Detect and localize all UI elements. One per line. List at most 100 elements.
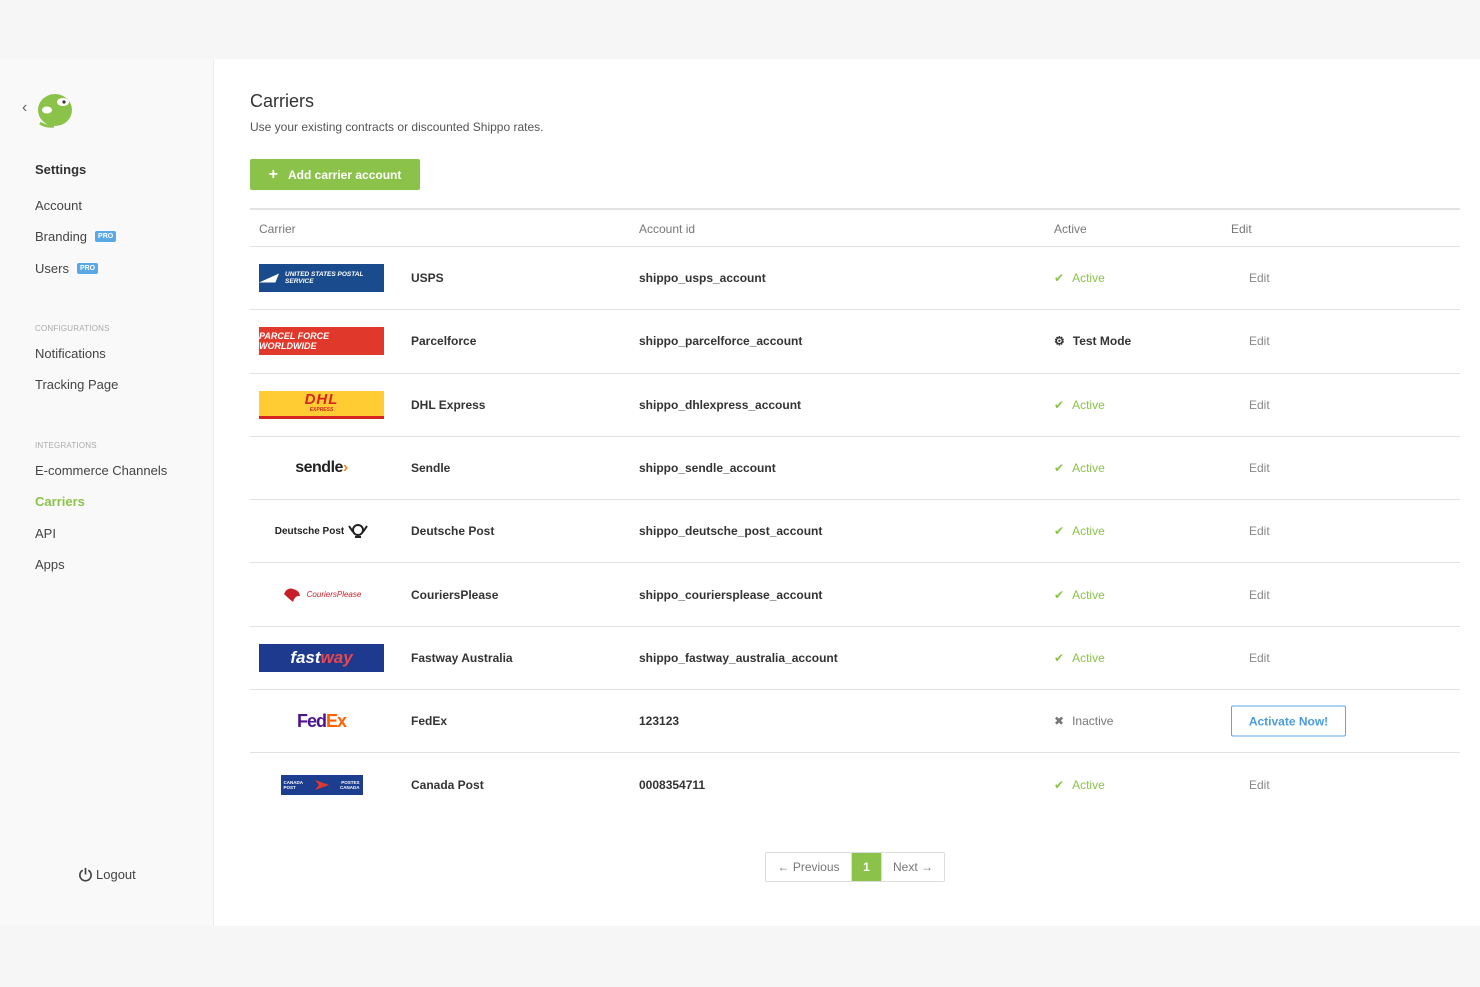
status-badge: ✔ Active bbox=[1054, 398, 1105, 412]
sidebar-item-tracking-page[interactable]: Tracking Page bbox=[35, 377, 118, 392]
account-id: shippo_dhlexpress_account bbox=[639, 397, 802, 412]
status-label: Active bbox=[1072, 397, 1105, 412]
table-row: fast way Fastway Australia shippo_fastway… bbox=[250, 627, 1460, 691]
logo-text: Deutsche Post bbox=[274, 525, 345, 537]
pagination: ← Previous 1 Next → bbox=[765, 852, 945, 882]
status-badge: ✔ Active bbox=[1054, 524, 1105, 538]
sidebar-item-label: Carriers bbox=[35, 494, 85, 509]
table-row: UNITED STATES POSTAL SERVICE USPS shippo… bbox=[250, 247, 1460, 311]
gear-icon: ⚙ bbox=[1054, 334, 1065, 349]
edit-link[interactable]: Edit bbox=[1249, 271, 1270, 285]
table-row: FedEx FedEx 123123 ✖ Inactive Activate No… bbox=[250, 690, 1460, 754]
chevron-left-icon[interactable]: ‹ bbox=[22, 99, 27, 117]
previous-page-button[interactable]: ← Previous bbox=[766, 853, 852, 881]
carrier-name: Canada Post bbox=[411, 778, 484, 793]
logout-button[interactable]: Logout bbox=[78, 867, 136, 882]
account-id: 0008354711 bbox=[639, 778, 706, 793]
fastway-logo: fast way bbox=[259, 643, 384, 672]
logo-text: sendle bbox=[295, 459, 343, 477]
check-icon: ✔ bbox=[1054, 778, 1065, 793]
status-badge: ⚙ Test Mode bbox=[1054, 334, 1131, 348]
status-badge: ✔ Active bbox=[1054, 651, 1105, 665]
app-window: ‹ Settings Account Branding PRO Users PRO … bbox=[0, 59, 1480, 926]
logo-text: fast bbox=[290, 647, 321, 667]
activate-now-button[interactable]: Activate Now! bbox=[1231, 705, 1346, 737]
status-label: Active bbox=[1072, 778, 1105, 793]
logo-text: UNITED STATES POSTAL SERVICE bbox=[285, 271, 364, 286]
close-icon: ✖ bbox=[1054, 714, 1065, 729]
edit-link[interactable]: Edit bbox=[1249, 334, 1270, 348]
shippo-logo-icon[interactable] bbox=[34, 90, 74, 128]
edit-link[interactable]: Edit bbox=[1249, 461, 1270, 475]
edit-link[interactable]: Edit bbox=[1249, 588, 1270, 602]
table-row: sendle› Sendle shippo_sendle_account ✔ Ac… bbox=[250, 437, 1460, 501]
status-badge: ✔ Active bbox=[1054, 271, 1105, 285]
sidebar-item-label: API bbox=[35, 526, 56, 541]
carrier-name: Sendle bbox=[411, 461, 451, 476]
add-carrier-account-button[interactable]: + Add carrier account bbox=[250, 159, 420, 190]
carrier-name: USPS bbox=[411, 271, 444, 286]
edit-link[interactable]: Edit bbox=[1249, 778, 1270, 792]
logo-text-2: way bbox=[320, 647, 353, 667]
logo-text: CouriersPlease bbox=[306, 590, 362, 600]
sidebar-item-api[interactable]: API bbox=[35, 526, 56, 541]
status-label: Active bbox=[1072, 524, 1105, 539]
sidebar-item-carriers[interactable]: Carriers bbox=[35, 494, 85, 509]
status-badge: ✔ Active bbox=[1054, 461, 1105, 475]
table-row: CANADA POST POSTES CANADA Canada Post 000… bbox=[250, 753, 1460, 816]
status-label: Test Mode bbox=[1072, 334, 1132, 349]
carrier-name: CouriersPlease bbox=[411, 587, 499, 602]
carrier-name: DHL Express bbox=[411, 397, 486, 412]
status-label: Active bbox=[1072, 271, 1105, 286]
edit-link[interactable]: Edit bbox=[1249, 398, 1270, 412]
check-icon: ✔ bbox=[1054, 587, 1065, 602]
sidebar-item-ecommerce-channels[interactable]: E-commerce Channels bbox=[35, 463, 167, 478]
account-id: shippo_parcelforce_account bbox=[639, 334, 803, 349]
pro-badge: PRO bbox=[95, 231, 117, 242]
check-icon: ✔ bbox=[1054, 650, 1065, 665]
usps-eagle-icon bbox=[259, 273, 280, 283]
status-label: Inactive bbox=[1072, 714, 1114, 729]
check-icon: ✔ bbox=[1054, 461, 1065, 476]
next-page-button[interactable]: Next → bbox=[881, 853, 944, 881]
plus-icon: + bbox=[268, 165, 278, 183]
check-icon: ✔ bbox=[1054, 524, 1065, 539]
carrier-name: Fastway Australia bbox=[411, 650, 513, 665]
arrow-icon: › bbox=[342, 459, 348, 477]
section-integrations: INTEGRATIONS bbox=[35, 441, 97, 450]
sidebar-item-account[interactable]: Account bbox=[35, 198, 82, 213]
edit-link[interactable]: Edit bbox=[1249, 651, 1270, 665]
sidebar-item-branding[interactable]: Branding PRO bbox=[35, 229, 117, 244]
account-id: shippo_usps_account bbox=[639, 271, 766, 286]
table-row: DHL EXPRESS DHL Express shippo_dhlexpress… bbox=[250, 374, 1460, 437]
edit-link[interactable]: Edit bbox=[1249, 524, 1270, 538]
account-id: shippo_fastway_australia_account bbox=[639, 650, 838, 665]
table-row: CouriersPlease CouriersPlease shippo_cou… bbox=[250, 563, 1460, 627]
header-active: Active bbox=[1054, 222, 1087, 236]
deutsche-post-logo: Deutsche Post bbox=[259, 517, 384, 545]
settings-title: Settings bbox=[35, 162, 87, 177]
header-edit: Edit bbox=[1231, 222, 1252, 236]
current-page-button[interactable]: 1 bbox=[852, 853, 881, 881]
sidebar-item-label: E-commerce Channels bbox=[35, 463, 168, 478]
parcelforce-logo: PARCEL FORCE WORLDWIDE bbox=[259, 327, 384, 356]
logo-text: Fed bbox=[296, 710, 327, 731]
usps-logo: UNITED STATES POSTAL SERVICE bbox=[259, 264, 384, 293]
sidebar-item-apps[interactable]: Apps bbox=[35, 557, 65, 572]
page-title: Carriers bbox=[250, 91, 315, 111]
carrier-name: Parcelforce bbox=[411, 334, 477, 349]
status-label: Active bbox=[1072, 461, 1105, 476]
status-badge: ✔ Active bbox=[1054, 778, 1105, 792]
couriersplease-logo: CouriersPlease bbox=[259, 581, 384, 609]
table-row: PARCEL FORCE WORLDWIDE Parcelforce shipp… bbox=[250, 310, 1460, 374]
sidebar-item-label: Users bbox=[35, 261, 69, 276]
check-icon: ✔ bbox=[1054, 271, 1065, 286]
add-carrier-account-label: Add carrier account bbox=[287, 167, 402, 182]
sidebar: ‹ Settings Account Branding PRO Users PRO … bbox=[0, 59, 214, 926]
sidebar-item-label: Apps bbox=[35, 557, 65, 572]
account-id: shippo_couriersplease_account bbox=[639, 587, 823, 602]
sidebar-item-users[interactable]: Users PRO bbox=[35, 261, 99, 276]
logo-text-2: Ex bbox=[325, 710, 347, 731]
sidebar-item-notifications[interactable]: Notifications bbox=[35, 346, 106, 361]
table-header: Carrier Account id Active Edit bbox=[250, 210, 1460, 247]
